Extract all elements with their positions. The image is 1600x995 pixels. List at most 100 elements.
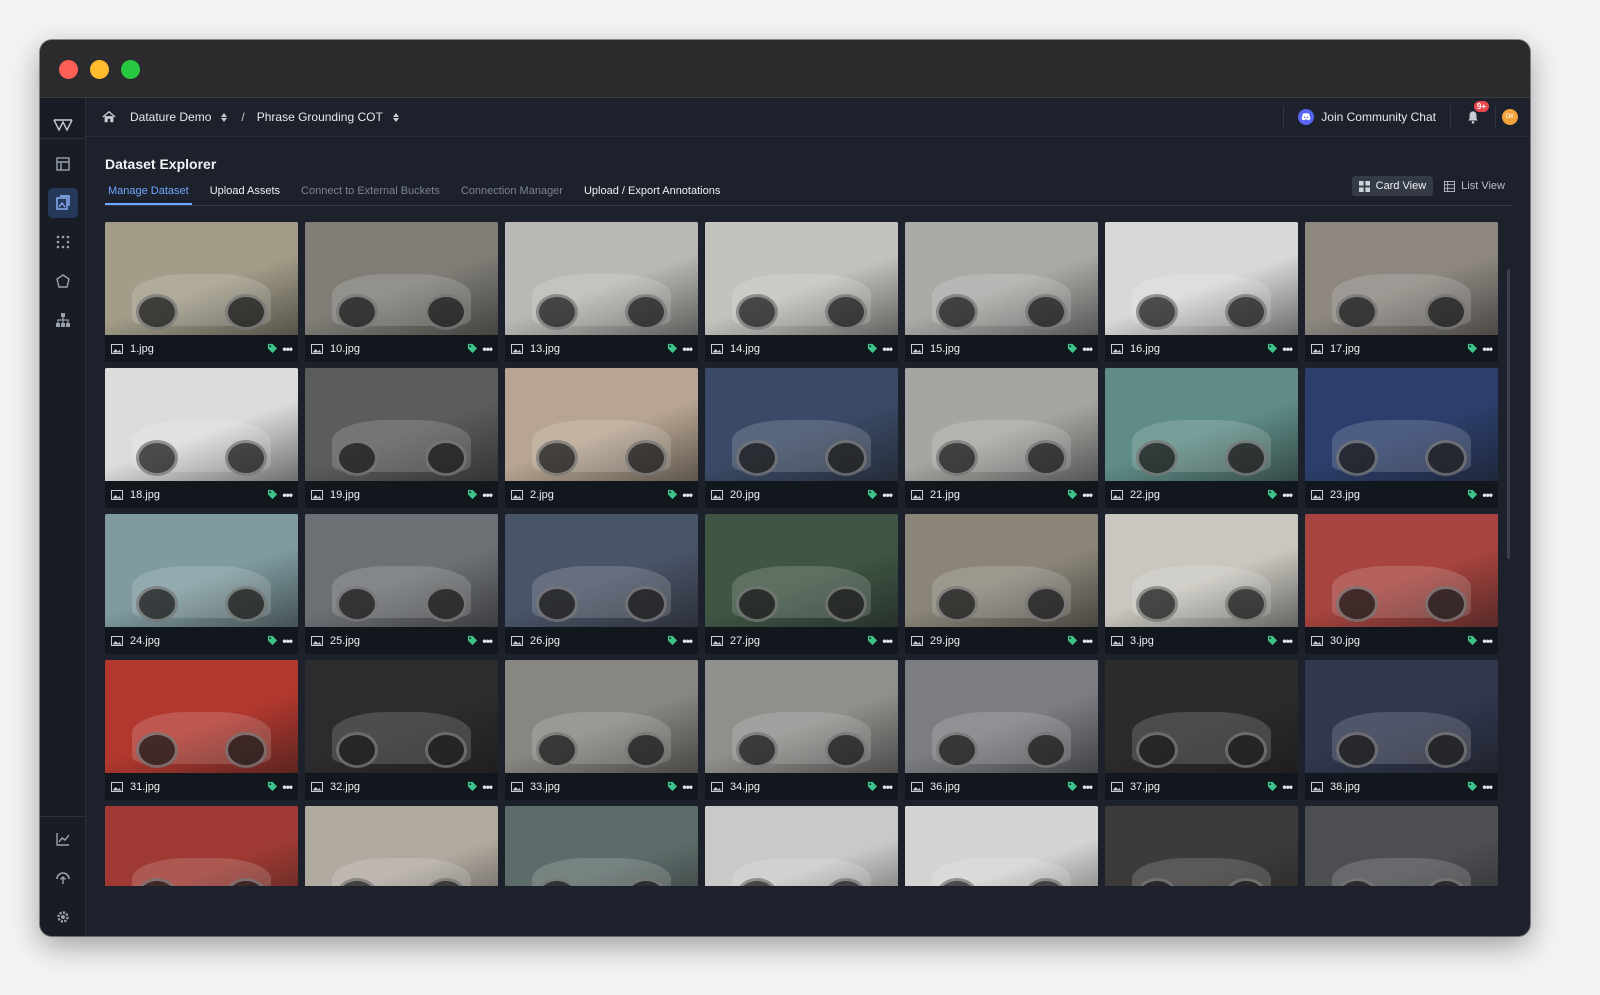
tag-icon[interactable]: [1267, 781, 1278, 792]
asset-thumbnail[interactable]: [505, 368, 698, 481]
asset-card[interactable]: 27.jpg •••: [705, 514, 898, 654]
tag-icon[interactable]: [867, 781, 878, 792]
asset-thumbnail[interactable]: [1105, 806, 1298, 886]
project-selector[interactable]: Phrase Grounding COT: [257, 110, 399, 124]
asset-thumbnail[interactable]: [505, 514, 698, 627]
asset-thumbnail[interactable]: [1105, 514, 1298, 627]
grid-dots-icon[interactable]: [48, 227, 78, 257]
tab-upload-export-annotations[interactable]: Upload / Export Annotations: [581, 182, 723, 205]
asset-thumbnail[interactable]: [505, 222, 698, 335]
tag-icon[interactable]: [667, 489, 678, 500]
asset-card[interactable]: [505, 806, 698, 886]
asset-card[interactable]: 29.jpg •••: [905, 514, 1098, 654]
asset-card[interactable]: 24.jpg •••: [105, 514, 298, 654]
asset-card[interactable]: 2.jpg •••: [505, 368, 698, 508]
tag-icon[interactable]: [267, 343, 278, 354]
more-options-icon[interactable]: •••: [1482, 634, 1493, 648]
asset-card[interactable]: 30.jpg •••: [1305, 514, 1498, 654]
asset-thumbnail[interactable]: [305, 222, 498, 335]
asset-card[interactable]: 19.jpg •••: [305, 368, 498, 508]
tag-icon[interactable]: [667, 343, 678, 354]
more-options-icon[interactable]: •••: [1482, 342, 1493, 356]
tag-icon[interactable]: [467, 635, 478, 646]
more-options-icon[interactable]: •••: [282, 342, 293, 356]
asset-thumbnail[interactable]: [1305, 660, 1498, 773]
more-options-icon[interactable]: •••: [682, 634, 693, 648]
deploy-icon[interactable]: [48, 863, 78, 893]
asset-thumbnail[interactable]: [305, 806, 498, 886]
asset-thumbnail[interactable]: [905, 514, 1098, 627]
asset-thumbnail[interactable]: [905, 806, 1098, 886]
asset-card[interactable]: 20.jpg •••: [705, 368, 898, 508]
tag-icon[interactable]: [667, 635, 678, 646]
asset-thumbnail[interactable]: [705, 660, 898, 773]
asset-card[interactable]: 36.jpg •••: [905, 660, 1098, 800]
more-options-icon[interactable]: •••: [882, 342, 893, 356]
maximize-window-button[interactable]: [121, 60, 140, 79]
tag-icon[interactable]: [1067, 781, 1078, 792]
asset-card[interactable]: 31.jpg •••: [105, 660, 298, 800]
tag-icon[interactable]: [1467, 489, 1478, 500]
more-options-icon[interactable]: •••: [482, 634, 493, 648]
more-options-icon[interactable]: •••: [1082, 780, 1093, 794]
asset-card[interactable]: [705, 806, 898, 886]
asset-thumbnail[interactable]: [105, 660, 298, 773]
asset-card[interactable]: [905, 806, 1098, 886]
more-options-icon[interactable]: •••: [1082, 342, 1093, 356]
tag-icon[interactable]: [467, 489, 478, 500]
tag-icon[interactable]: [267, 781, 278, 792]
asset-card[interactable]: 1.jpg •••: [105, 222, 298, 362]
card-view-button[interactable]: Card View: [1351, 176, 1434, 196]
more-options-icon[interactable]: •••: [482, 780, 493, 794]
asset-card[interactable]: 17.jpg •••: [1305, 222, 1498, 362]
more-options-icon[interactable]: •••: [1082, 634, 1093, 648]
tag-icon[interactable]: [467, 781, 478, 792]
hierarchy-icon[interactable]: [48, 305, 78, 335]
tag-icon[interactable]: [1467, 343, 1478, 354]
asset-thumbnail[interactable]: [705, 368, 898, 481]
more-options-icon[interactable]: •••: [1282, 342, 1293, 356]
tag-icon[interactable]: [1267, 635, 1278, 646]
asset-thumbnail[interactable]: [1105, 222, 1298, 335]
asset-card[interactable]: 26.jpg •••: [505, 514, 698, 654]
asset-thumbnail[interactable]: [305, 660, 498, 773]
tag-icon[interactable]: [1067, 489, 1078, 500]
minimize-window-button[interactable]: [90, 60, 109, 79]
asset-card[interactable]: 16.jpg •••: [1105, 222, 1298, 362]
notifications-button[interactable]: 9+: [1461, 101, 1489, 129]
more-options-icon[interactable]: •••: [682, 488, 693, 502]
asset-card[interactable]: 38.jpg •••: [1305, 660, 1498, 800]
chart-icon[interactable]: [48, 824, 78, 854]
asset-thumbnail[interactable]: [705, 514, 898, 627]
asset-card[interactable]: 21.jpg •••: [905, 368, 1098, 508]
asset-thumbnail[interactable]: [505, 806, 698, 886]
tag-shape-icon[interactable]: [48, 266, 78, 296]
tab-connect-to-external-buckets[interactable]: Connect to External Buckets: [298, 182, 443, 205]
avatar[interactable]: DK: [1502, 109, 1518, 125]
dataset-icon[interactable]: [48, 188, 78, 218]
more-options-icon[interactable]: •••: [482, 488, 493, 502]
tag-icon[interactable]: [867, 489, 878, 500]
tab-upload-assets[interactable]: Upload Assets: [207, 182, 283, 205]
asset-thumbnail[interactable]: [905, 222, 1098, 335]
asset-thumbnail[interactable]: [1305, 514, 1498, 627]
more-options-icon[interactable]: •••: [882, 488, 893, 502]
tag-icon[interactable]: [667, 781, 678, 792]
asset-thumbnail[interactable]: [1105, 660, 1298, 773]
more-options-icon[interactable]: •••: [1282, 488, 1293, 502]
more-options-icon[interactable]: •••: [882, 634, 893, 648]
tag-icon[interactable]: [1267, 343, 1278, 354]
tag-icon[interactable]: [1267, 489, 1278, 500]
tag-icon[interactable]: [1467, 635, 1478, 646]
scrollbar[interactable]: [1507, 269, 1510, 559]
asset-thumbnail[interactable]: [1305, 368, 1498, 481]
tag-icon[interactable]: [1467, 781, 1478, 792]
tag-icon[interactable]: [1067, 635, 1078, 646]
tag-icon[interactable]: [267, 635, 278, 646]
close-window-button[interactable]: [59, 60, 78, 79]
asset-card[interactable]: [1105, 806, 1298, 886]
logo-icon[interactable]: [48, 110, 78, 140]
more-options-icon[interactable]: •••: [682, 780, 693, 794]
asset-card[interactable]: 22.jpg •••: [1105, 368, 1298, 508]
more-options-icon[interactable]: •••: [882, 780, 893, 794]
